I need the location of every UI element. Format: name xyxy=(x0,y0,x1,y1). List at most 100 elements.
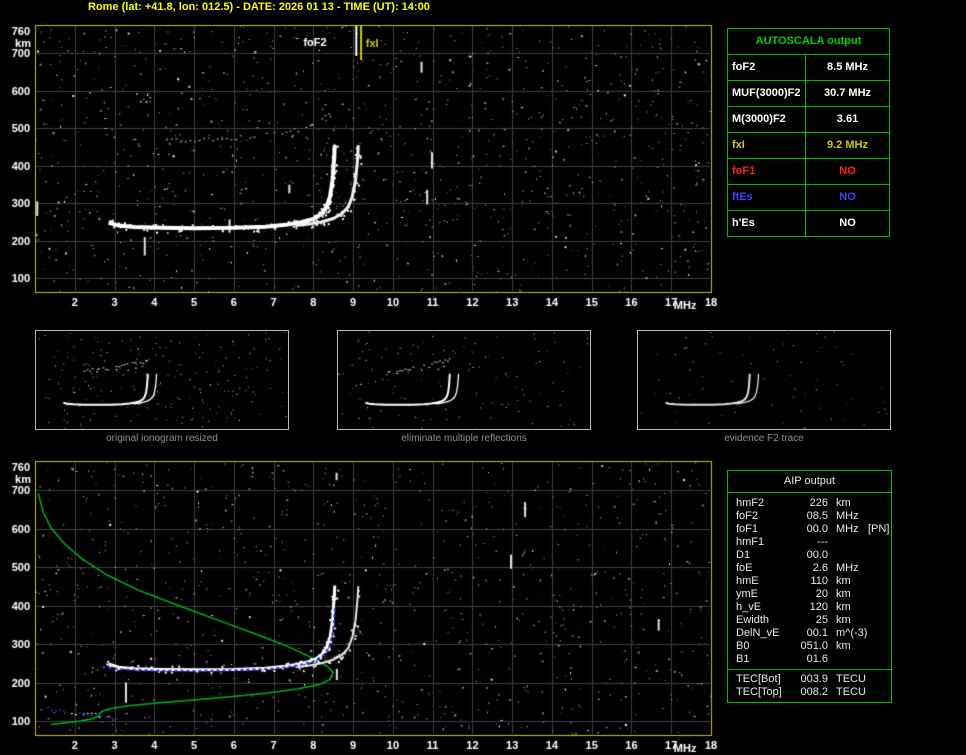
aip-table-rows: hmF2 226 km foF2 08.5 MHz foF1 00.0 MHz [PN] hmF1 -… xyxy=(728,493,891,669)
autoscala-param-value: NO xyxy=(839,217,856,229)
aip-tec-rows: TEC[Bot] 003.9 TECU TEC[Top] 008.2 TECU xyxy=(728,669,891,702)
aip-name: hmE xyxy=(736,575,759,587)
aip-name: DelN_vE xyxy=(736,627,780,639)
aip-extra: [PN] xyxy=(868,523,890,535)
aip-row-D1: D1 00.0 xyxy=(728,549,891,562)
aip-val: 120 xyxy=(809,601,828,613)
autoscala-output-table: AUTOSCALA output foF2 8.5 MHz MUF(3000)F2 3… xyxy=(727,28,890,237)
autoscala-param-value: 9.2 MHz xyxy=(827,139,868,151)
autoscala-param-value: NO xyxy=(839,191,856,203)
aip-name: ymE xyxy=(736,588,758,600)
aip-unit xyxy=(828,653,864,666)
aip-row-TEC[Bot]: TEC[Bot] 003.9 TECU xyxy=(728,673,891,686)
aip-val: 00.1 xyxy=(806,627,828,639)
aip-extra xyxy=(864,686,891,699)
aip-row-hmE: hmE 110 km xyxy=(728,575,891,588)
aip-unit: km xyxy=(836,601,851,613)
thumbnail-caption-original: original ionogram resized xyxy=(106,433,218,444)
aip-val: 00.0 xyxy=(806,549,828,561)
aip-extra xyxy=(864,673,891,686)
aip-extra xyxy=(864,510,891,523)
station-title: Rome (lat: +41.8, lon: 012.5) - DATE: 20… xyxy=(88,1,430,13)
aip-name: foF1 xyxy=(736,523,759,535)
aip-row-foE: foE 2.6 MHz xyxy=(728,562,891,575)
aip-extra xyxy=(864,627,891,640)
aip-val: 01.6 xyxy=(806,653,828,665)
autoscala-param-label: fxI xyxy=(728,133,806,158)
aip-unit: MHz xyxy=(836,562,859,574)
aip-extra xyxy=(864,601,891,614)
autoscala-param-label: foF1 xyxy=(728,159,806,184)
aip-name: B0 xyxy=(736,640,750,652)
aip-val: 110 xyxy=(810,575,828,587)
aip-val: 25 xyxy=(815,614,828,626)
aip-val: 08.5 xyxy=(806,510,828,522)
thumbnail-evidence-f2-trace xyxy=(637,330,891,430)
autoscala-row-fxI: fxI 9.2 MHz xyxy=(728,133,889,159)
aip-unit: km xyxy=(836,497,851,509)
autoscala-param-label: foF2 xyxy=(728,55,806,80)
thumbnail-caption-eliminate: eliminate multiple reflections xyxy=(401,433,527,444)
aip-row-Ewidth: Ewidth 25 km xyxy=(728,614,891,627)
aip-extra xyxy=(864,575,891,588)
aip-output-table: AIP output hmF2 226 km foF2 08.5 MHz foF1 00.0 M… xyxy=(727,470,892,703)
aip-unit: TECU xyxy=(836,686,866,698)
aip-row-foF2: foF2 08.5 MHz xyxy=(728,510,891,523)
aip-unit: km xyxy=(836,640,851,652)
autoscala-param-value: 30.7 MHz xyxy=(823,87,872,99)
autoscala-row-h'Es: h'Es NO xyxy=(728,211,889,236)
aip-val: 2.6 xyxy=(812,562,828,574)
aip-name: h_vE xyxy=(736,601,762,613)
ionogram-top-canvas xyxy=(6,22,736,314)
autoscala-param-value: 8.5 MHz xyxy=(827,61,868,73)
autoscala-row-foF1: foF1 NO xyxy=(728,159,889,185)
aip-val: 00.0 xyxy=(806,523,828,535)
autoscala-param-label: ftEs xyxy=(728,185,806,210)
autoscala-param-value: 3.61 xyxy=(836,113,859,125)
aip-row-foF1: foF1 00.0 MHz [PN] xyxy=(728,523,891,536)
thumbnail-original-ionogram xyxy=(35,330,289,430)
aip-name: foF2 xyxy=(736,510,759,522)
aip-unit: km xyxy=(836,614,851,626)
aip-extra xyxy=(864,614,891,627)
aip-table-title: AIP output xyxy=(728,471,891,493)
aip-row-h_vE: h_vE 120 km xyxy=(728,601,891,614)
aip-val: 051.0 xyxy=(800,640,828,652)
autoscala-table-title: AUTOSCALA output xyxy=(728,29,889,55)
autoscala-table-rows: foF2 8.5 MHz MUF(3000)F2 30.7 MHz M(3000)F2 3… xyxy=(728,55,889,236)
aip-row-DelN_vE: DelN_vE 00.1 m^(-3) xyxy=(728,627,891,640)
aip-extra xyxy=(864,588,891,601)
aip-row-hmF2: hmF2 226 km xyxy=(728,497,891,510)
aip-val: 226 xyxy=(809,497,828,509)
aip-val: 20 xyxy=(815,588,828,600)
aip-extra xyxy=(864,497,891,510)
aip-name: foE xyxy=(736,562,753,574)
aip-unit: m^(-3) xyxy=(836,627,868,639)
aip-extra xyxy=(864,562,891,575)
aip-val: 003.9 xyxy=(800,673,828,685)
aip-extra xyxy=(864,549,891,562)
autoscala-row-M(3000)F2: M(3000)F2 3.61 xyxy=(728,107,889,133)
aip-name: D1 xyxy=(736,549,751,561)
aip-name: hmF1 xyxy=(736,536,765,548)
thumbnail-caption-evidence: evidence F2 trace xyxy=(724,433,804,444)
aip-val: --- xyxy=(817,536,828,548)
aip-unit: km xyxy=(836,575,851,587)
aip-name: B1 xyxy=(736,653,750,665)
aip-unit xyxy=(828,549,864,562)
ionogram-bottom-canvas xyxy=(6,458,736,755)
autoscala-row-ftEs: ftEs NO xyxy=(728,185,889,211)
thumbnail-eliminate-reflections xyxy=(337,330,591,430)
aip-row-B0: B0 051.0 km xyxy=(728,640,891,653)
autoscala-param-value: NO xyxy=(839,165,856,177)
aip-extra xyxy=(864,536,891,549)
autoscala-row-MUF(3000)F2: MUF(3000)F2 30.7 MHz xyxy=(728,81,889,107)
aip-unit: MHz xyxy=(836,510,859,522)
aip-unit: MHz xyxy=(836,523,859,535)
aip-unit: km xyxy=(836,588,851,600)
aip-row-ymE: ymE 20 km xyxy=(728,588,891,601)
aip-name: TEC[Top] xyxy=(736,686,782,698)
aip-extra xyxy=(864,653,891,666)
aip-unit: TECU xyxy=(836,673,866,685)
autoscala-window: Rome (lat: +41.8, lon: 012.5) - DATE: 20… xyxy=(0,0,966,755)
